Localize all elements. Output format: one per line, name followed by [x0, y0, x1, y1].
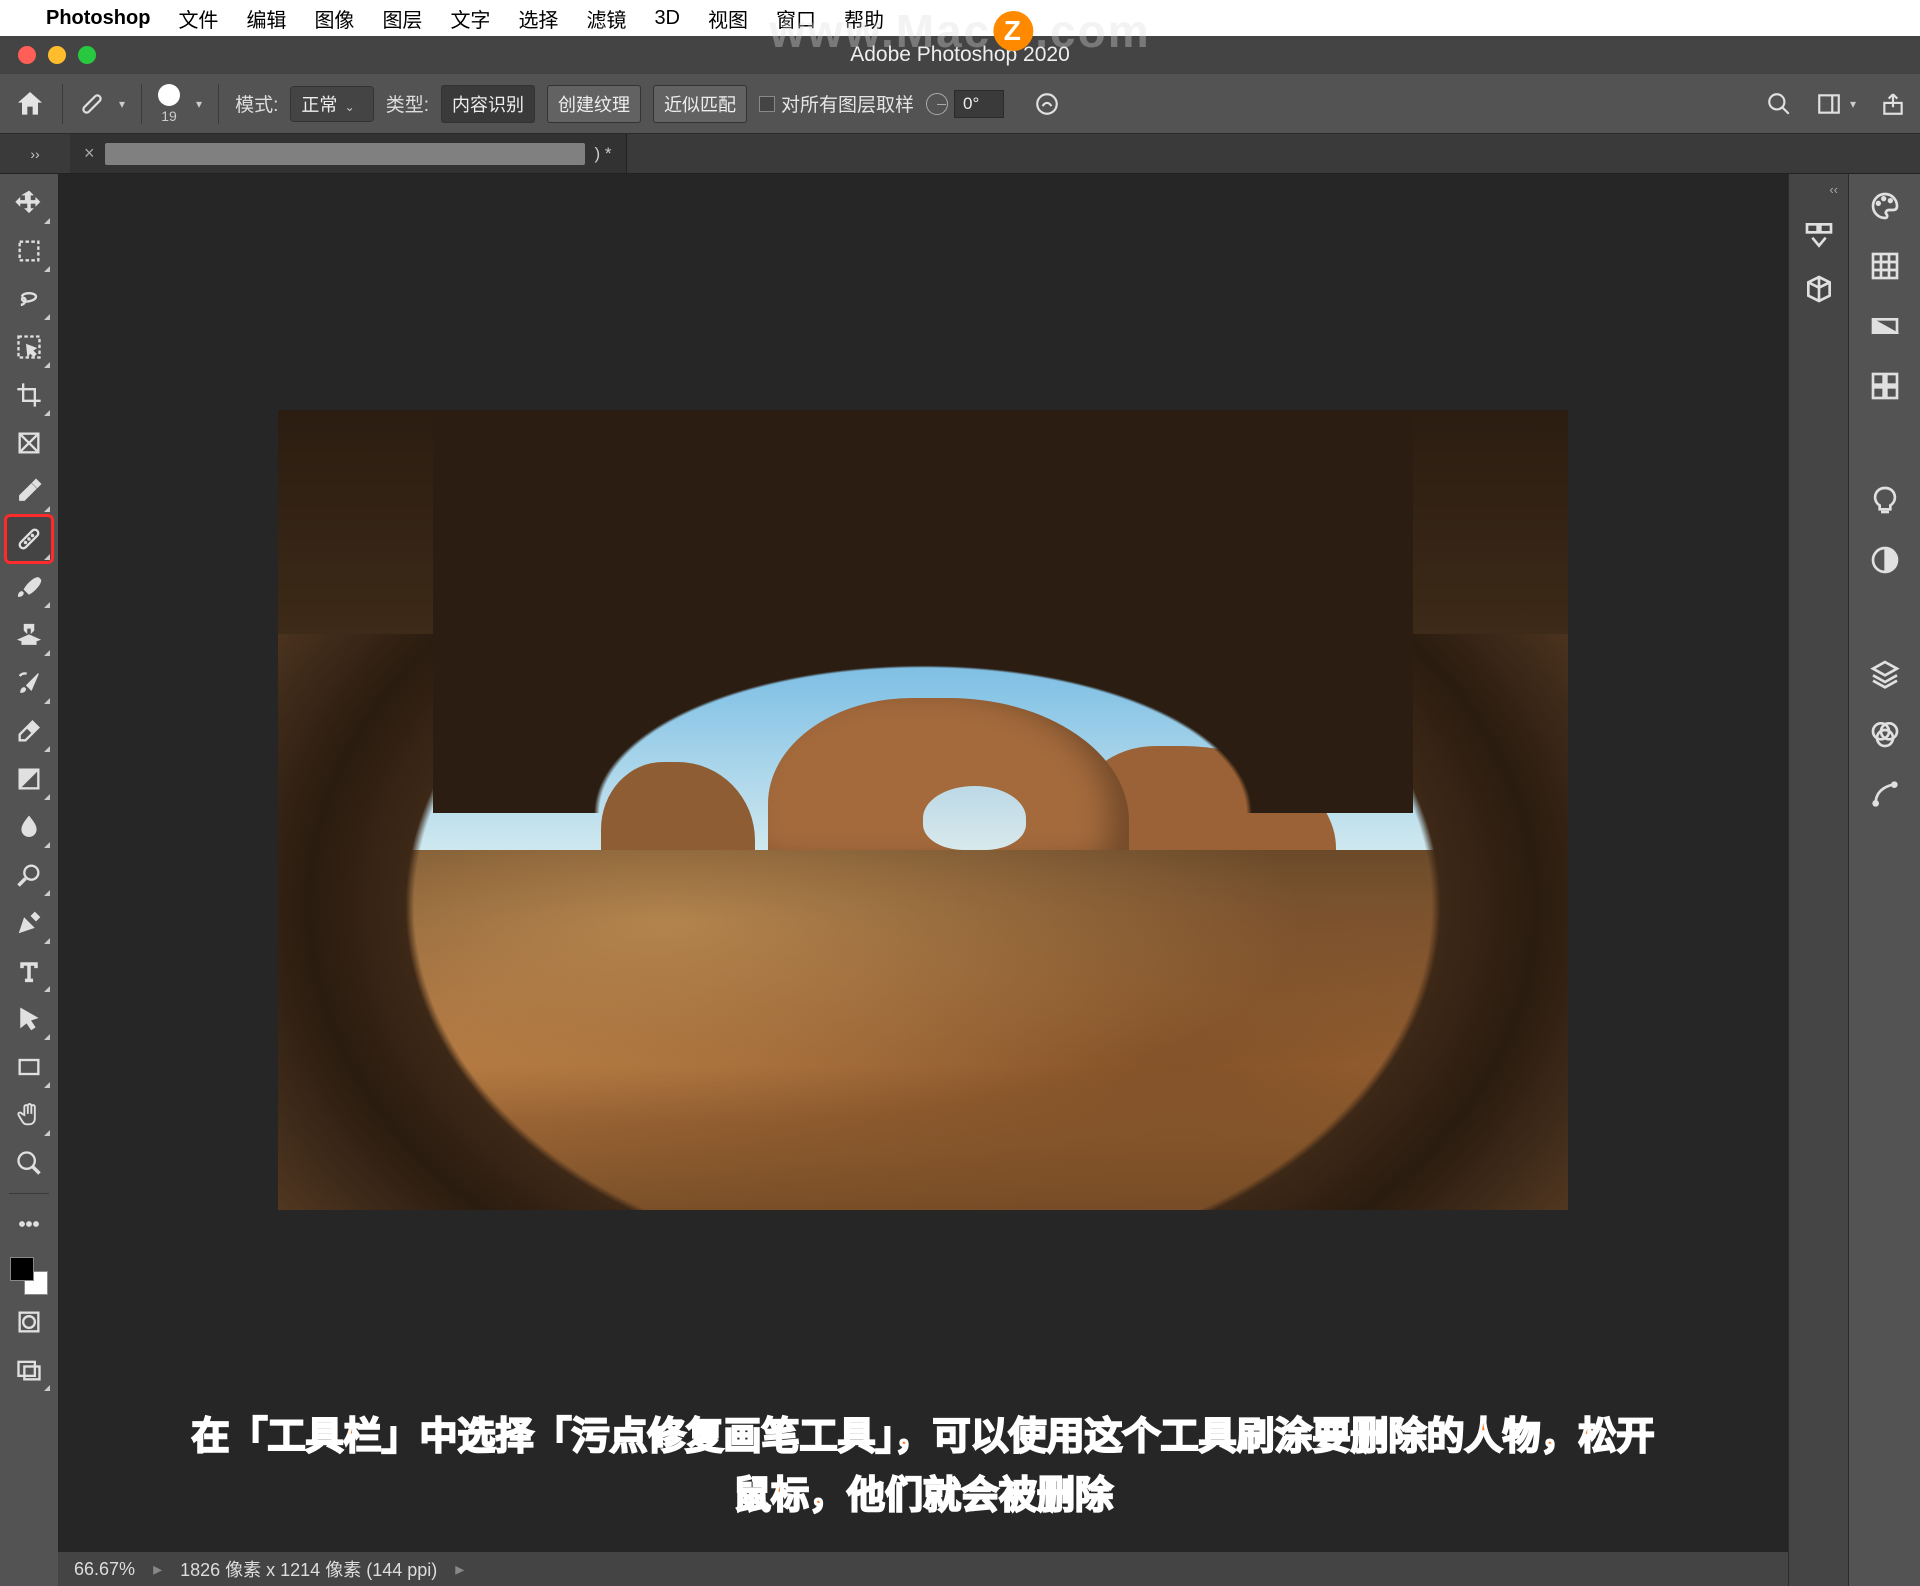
document-tab[interactable]: × ) *: [70, 134, 627, 173]
expand-toolbar-handle[interactable]: ››: [0, 134, 70, 173]
zoom-tool[interactable]: [6, 1140, 52, 1186]
pen-tool[interactable]: [6, 900, 52, 946]
type-tool[interactable]: [6, 948, 52, 994]
layers-panel-icon[interactable]: [1869, 658, 1901, 690]
gradients-panel-icon[interactable]: [1869, 310, 1901, 342]
clone-stamp-tool[interactable]: [6, 612, 52, 658]
pressure-size-icon[interactable]: [1034, 91, 1060, 117]
tool-preset-picker[interactable]: ▾: [79, 91, 125, 117]
close-tab-icon[interactable]: ×: [84, 143, 95, 164]
menu-3d[interactable]: 3D: [654, 7, 680, 30]
swatches-panel-icon[interactable]: [1869, 250, 1901, 282]
color-panel-icon[interactable]: [1869, 190, 1901, 222]
channels-panel-icon[interactable]: [1869, 718, 1901, 750]
gradient-tool[interactable]: [6, 756, 52, 802]
dodge-tool[interactable]: [6, 852, 52, 898]
document-name-redacted: [105, 143, 585, 165]
menu-window[interactable]: 窗口: [776, 4, 816, 33]
crop-tool[interactable]: [6, 372, 52, 418]
screen-mode-toggle[interactable]: [6, 1347, 52, 1393]
collapsed-panel-dock-1: ‹‹: [1788, 174, 1848, 1586]
menu-help[interactable]: 帮助: [844, 4, 884, 33]
workspace-icon: [1816, 91, 1842, 117]
history-panel-icon[interactable]: [1803, 219, 1835, 251]
hand-tool[interactable]: [6, 1092, 52, 1138]
type-create-texture-button[interactable]: 创建纹理: [547, 85, 641, 123]
quick-mask-toggle[interactable]: [6, 1299, 52, 1345]
blend-mode-select[interactable]: 正常 ⌄: [290, 86, 373, 122]
type-content-aware-button[interactable]: 内容识别: [441, 85, 535, 123]
adjustments-panel-icon[interactable]: [1869, 544, 1901, 576]
move-tool[interactable]: [6, 180, 52, 226]
3d-panel-icon[interactable]: [1803, 273, 1835, 305]
window-zoom-button[interactable]: [78, 46, 96, 64]
angle-dial-icon[interactable]: [926, 93, 948, 115]
collapse-handle[interactable]: ‹‹: [1829, 182, 1838, 197]
blur-tool[interactable]: [6, 804, 52, 850]
zoom-level[interactable]: 66.67%: [74, 1559, 135, 1580]
menu-image[interactable]: 图像: [314, 4, 354, 33]
window-minimize-button[interactable]: [48, 46, 66, 64]
lasso-tool[interactable]: [6, 276, 52, 322]
menu-file[interactable]: 文件: [178, 4, 218, 33]
workspace-switcher[interactable]: ▾: [1816, 91, 1856, 117]
menu-select[interactable]: 选择: [518, 4, 558, 33]
menu-layer[interactable]: 图层: [382, 4, 422, 33]
learn-panel-icon[interactable]: [1869, 484, 1901, 516]
mode-label: 模式:: [235, 90, 278, 117]
paths-panel-icon[interactable]: [1869, 778, 1901, 810]
bandage-icon: [79, 91, 105, 117]
menu-filter[interactable]: 滤镜: [586, 4, 626, 33]
canvas-area[interactable]: 在「工具栏」中选择「污点修复画笔工具」，可以使用这个工具刷涂要删除的人物，松开 …: [58, 174, 1788, 1586]
brush-tool[interactable]: [6, 564, 52, 610]
search-icon[interactable]: [1766, 91, 1792, 117]
options-bar: ▾ 19 ▾ 模式: 正常 ⌄ 类型: 内容识别 创建纹理 近似匹配 对所有图层…: [0, 74, 1920, 134]
brush-angle-control[interactable]: 0°: [926, 90, 1004, 118]
collapsed-panel-dock-2: [1848, 174, 1920, 1586]
history-brush-tool[interactable]: [6, 660, 52, 706]
foreground-color-swatch[interactable]: [10, 1257, 34, 1281]
object-selection-tool[interactable]: [6, 324, 52, 370]
document-info[interactable]: 1826 像素 x 1214 像素 (144 ppi): [180, 1556, 437, 1582]
app-menu[interactable]: Photoshop: [46, 7, 150, 30]
window-title: Adobe Photoshop 2020: [850, 43, 1070, 67]
spot-healing-brush-tool[interactable]: [6, 516, 52, 562]
tutorial-annotation: 在「工具栏」中选择「污点修复画笔工具」，可以使用这个工具刷涂要删除的人物，松开 …: [127, 1408, 1719, 1526]
share-icon[interactable]: [1880, 91, 1906, 117]
foreground-background-colors[interactable]: [8, 1255, 50, 1297]
window-close-button[interactable]: [18, 46, 36, 64]
menu-view[interactable]: 视图: [708, 4, 748, 33]
patterns-panel-icon[interactable]: [1869, 370, 1901, 402]
macos-menubar: Photoshop 文件 编辑 图像 图层 文字 选择 滤镜 3D 视图 窗口 …: [0, 0, 1920, 36]
edit-toolbar-button[interactable]: [6, 1201, 52, 1247]
status-bar: 66.67% ▸ 1826 像素 x 1214 像素 (144 ppi) ▸: [58, 1552, 1788, 1586]
type-proximity-match-button[interactable]: 近似匹配: [653, 85, 747, 123]
window-titlebar: Adobe Photoshop 2020: [0, 36, 1920, 74]
type-label: 类型:: [386, 90, 429, 117]
document-canvas[interactable]: [278, 410, 1568, 1210]
path-selection-tool[interactable]: [6, 996, 52, 1042]
sample-all-layers-checkbox[interactable]: 对所有图层取样: [759, 90, 914, 117]
menu-edit[interactable]: 编辑: [246, 4, 286, 33]
angle-input[interactable]: 0°: [954, 90, 1004, 118]
tools-panel: [0, 174, 58, 1586]
rectangular-marquee-tool[interactable]: [6, 228, 52, 274]
brush-preset-picker[interactable]: 19: [158, 84, 180, 124]
document-tab-suffix: ) *: [595, 144, 612, 164]
menu-type[interactable]: 文字: [450, 4, 490, 33]
eyedropper-tool[interactable]: [6, 468, 52, 514]
document-tab-strip: ›› × ) *: [0, 134, 1920, 174]
sample-all-layers-label: 对所有图层取样: [781, 90, 914, 117]
eraser-tool[interactable]: [6, 708, 52, 754]
rectangle-tool[interactable]: [6, 1044, 52, 1090]
home-icon[interactable]: [14, 88, 46, 120]
frame-tool[interactable]: [6, 420, 52, 466]
